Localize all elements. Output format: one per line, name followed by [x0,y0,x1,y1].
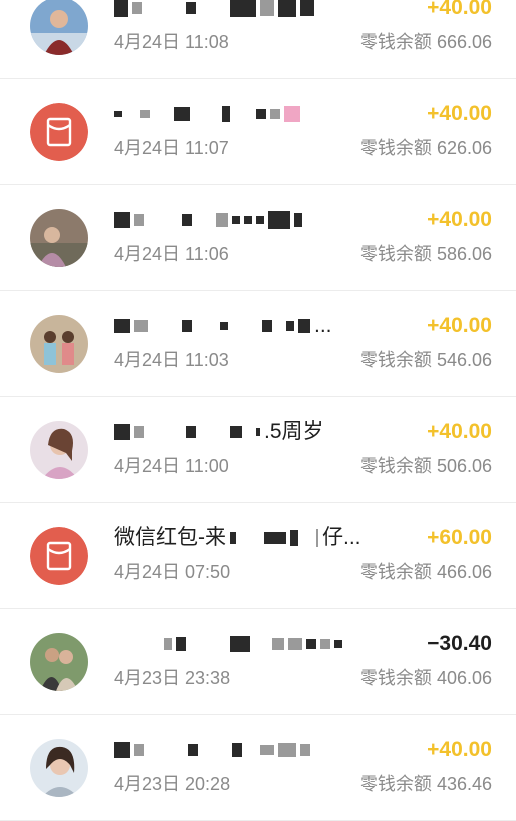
transaction-row[interactable]: ... 4月24日 11:03 +40.00 零钱余额 546.06 [0,291,516,397]
avatar [30,315,88,373]
red-envelope-icon [30,527,88,585]
transaction-title: .5周岁 [114,417,384,447]
transaction-title [114,0,384,23]
transaction-amount: +40.00 [427,738,492,761]
avatar [30,739,88,797]
transaction-row[interactable]: .5周岁 4月24日 11:00 +40.00 零钱余额 506.06 [0,397,516,503]
transaction-title-text: 微信红包-来 [114,526,226,549]
avatar [30,421,88,479]
transaction-time: 4月23日 20:28 [114,774,231,794]
transaction-time: 4月24日 07:50 [114,562,231,582]
transaction-amount: +40.00 [427,0,492,19]
transaction-time: 4月24日 11:03 [114,350,229,370]
transaction-title [114,735,384,765]
transaction-balance: 零钱余额 436.46 [359,774,492,794]
transaction-title: 微信红包-来 仔... [114,523,384,553]
transaction-amount: +40.00 [427,102,492,125]
transaction-row[interactable]: 4月24日 11:06 +40.00 零钱余额 586.06 [0,185,516,291]
transaction-row[interactable]: 4月24日 11:07 +40.00 零钱余额 626.06 [0,79,516,185]
transaction-row[interactable]: 4月24日 11:08 +40.00 零钱余额 666.06 [0,0,516,79]
transaction-row[interactable]: 4月23日 23:38 −30.40 零钱余额 406.06 [0,609,516,715]
transaction-time: 4月24日 11:07 [114,138,229,158]
transaction-amount: +60.00 [427,526,492,549]
transaction-title-suffix: 仔... [322,526,361,549]
red-envelope-icon [30,103,88,161]
transaction-balance: 零钱余额 586.06 [359,244,492,264]
transaction-amount: +40.00 [427,208,492,231]
transaction-amount: +40.00 [427,420,492,443]
transaction-title: ... [114,311,384,341]
transaction-amount: +40.00 [427,314,492,337]
transaction-title-text: ... [314,314,332,337]
transaction-amount: −30.40 [427,632,492,655]
transaction-row[interactable]: 微信红包-来 仔... 4月24日 07:50 +60.00 零钱余额 466.0… [0,503,516,609]
transaction-balance: 零钱余额 546.06 [359,350,492,370]
transaction-time: 4月24日 11:08 [114,32,229,52]
transaction-time: 4月23日 23:38 [114,668,231,688]
transaction-balance: 零钱余额 626.06 [359,138,492,158]
transaction-time: 4月24日 11:00 [114,456,229,476]
transaction-row[interactable]: 4月23日 20:28 +40.00 零钱余额 436.46 [0,715,516,821]
transaction-balance: 零钱余额 466.06 [359,562,492,582]
avatar [30,633,88,691]
transaction-list: 4月24日 11:08 +40.00 零钱余额 666.06 4月24日 11:… [0,0,516,821]
transaction-time: 4月24日 11:06 [114,244,229,264]
transaction-title-text: .5周岁 [264,420,324,443]
transaction-balance: 零钱余额 506.06 [359,456,492,476]
transaction-balance: 零钱余额 406.06 [359,668,492,688]
avatar [30,209,88,267]
transaction-title [114,629,384,659]
transaction-title [114,205,384,235]
avatar [30,0,88,55]
transaction-title [114,99,384,129]
transaction-balance: 零钱余额 666.06 [359,32,492,52]
